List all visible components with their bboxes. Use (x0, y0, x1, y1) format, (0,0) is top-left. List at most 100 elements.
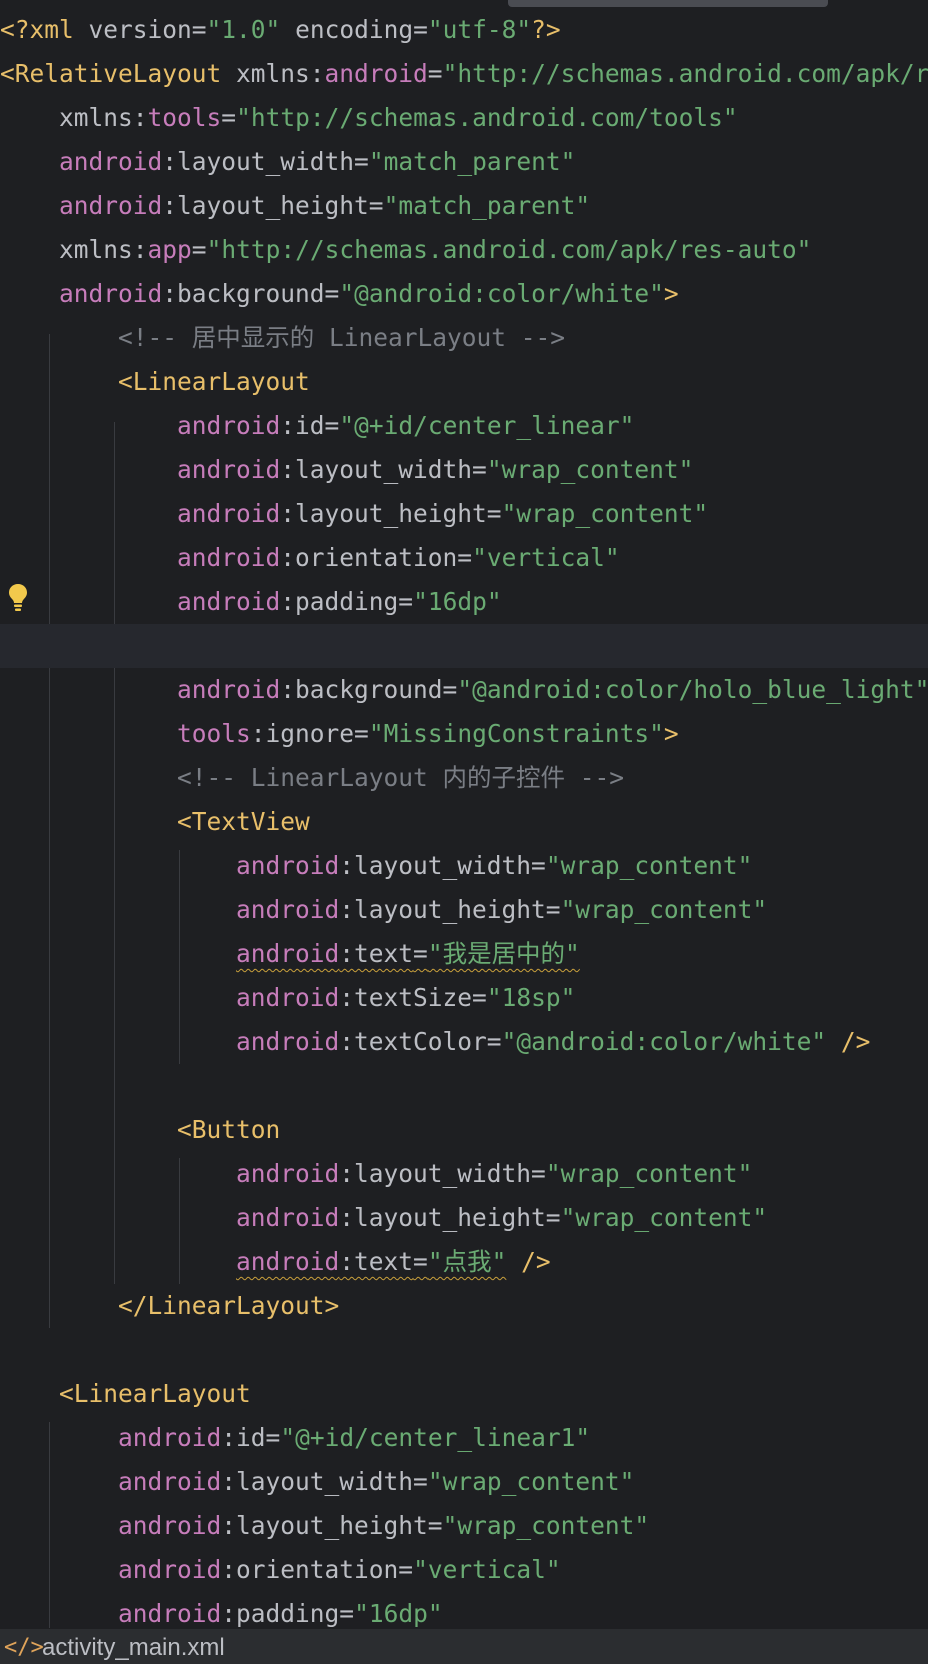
code-token: "@android:color/white" (339, 279, 664, 308)
code-line[interactable]: <!-- LinearLayout 内的子控件 --> (0, 756, 928, 800)
code-token: android (236, 983, 340, 1012)
code-editor[interactable]: <?xml version="1.0" encoding="utf-8"?> <R… (0, 0, 928, 1664)
code-token: "wrap_content" (560, 1203, 768, 1232)
code-token: "utf-8" (427, 15, 532, 44)
code-token: :ignore (250, 719, 355, 748)
code-token: android (177, 455, 281, 484)
code-token: = (427, 59, 443, 88)
code-token: android (236, 895, 340, 924)
code-token: <RelativeLayout (0, 59, 237, 88)
code-line[interactable]: xmlns:tools="http://schemas.android.com/… (0, 96, 928, 140)
code-token: = (191, 15, 207, 44)
code-line[interactable]: android:layout_height="wrap_content" (0, 492, 928, 536)
code-token: encoding (280, 15, 414, 44)
code-line[interactable]: <LinearLayout (0, 1372, 928, 1416)
code-token: :text (339, 939, 414, 968)
code-line[interactable] (0, 1064, 928, 1108)
code-line[interactable]: android:layout_width="match_parent" (0, 140, 928, 184)
code-token: android (236, 851, 340, 880)
code-token: "MissingConstraints" (368, 719, 664, 748)
code-token: = (413, 15, 428, 44)
code-token: "vertical" (413, 1555, 561, 1584)
code-line[interactable]: <!-- 居中显示的 LinearLayout --> (0, 316, 928, 360)
code-area[interactable]: <?xml version="1.0" encoding="utf-8"?> <R… (0, 8, 928, 1628)
code-line[interactable]: android:textSize="18sp" (0, 976, 928, 1020)
code-line[interactable]: </LinearLayout> (0, 1284, 928, 1328)
code-token: :textSize (339, 983, 473, 1012)
code-token: = (545, 1203, 561, 1232)
code-line[interactable]: android:background="@android:color/holo_… (0, 668, 928, 712)
code-line[interactable] (0, 624, 928, 668)
code-line[interactable]: <RelativeLayout xmlns:android="http://sc… (0, 52, 928, 96)
code-token: = (413, 1467, 428, 1496)
code-token: android (118, 1467, 222, 1496)
code-line[interactable]: android:layout_height="match_parent" (0, 184, 928, 228)
code-line[interactable]: <TextView (0, 800, 928, 844)
lightbulb-icon[interactable] (6, 582, 30, 614)
code-token: = (324, 279, 340, 308)
code-token: = (354, 719, 369, 748)
code-token: "@android:color/holo_blue_light" (457, 675, 928, 704)
code-token: "@+id/center_linear1" (280, 1423, 591, 1452)
code-token: :layout_width (221, 1467, 414, 1496)
code-token: :id (221, 1423, 266, 1452)
horizontal-scrollbar[interactable] (0, 0, 928, 8)
breadcrumb-file-name[interactable]: activity_main.xml (42, 1631, 225, 1664)
code-token: "vertical" (472, 543, 620, 572)
code-line[interactable]: android:layout_width="wrap_content" (0, 1152, 928, 1196)
code-token: android (236, 1027, 340, 1056)
code-line[interactable]: android:textColor="@android:color/white"… (0, 1020, 928, 1064)
code-token: ?> (531, 15, 561, 44)
code-line[interactable]: android:text="点我" /> (0, 1240, 928, 1284)
scrollbar-thumb[interactable] (508, 0, 828, 7)
code-line[interactable]: android:orientation="vertical" (0, 1548, 928, 1592)
code-line[interactable]: tools:ignore="MissingConstraints"> (0, 712, 928, 756)
code-line[interactable] (0, 1328, 928, 1372)
code-line[interactable]: android:layout_height="wrap_content" (0, 1196, 928, 1240)
code-token: = (486, 1027, 502, 1056)
code-line[interactable]: android:layout_width="wrap_content" (0, 448, 928, 492)
code-token: "我是居中的" (427, 939, 580, 968)
code-line[interactable]: android:background="@android:color/white… (0, 272, 928, 316)
code-token: :layout_width (339, 1159, 532, 1188)
code-token: :orientation (221, 1555, 399, 1584)
code-line[interactable]: android:id="@+id/center_linear1" (0, 1416, 928, 1460)
code-token: <!-- LinearLayout 内的子控件 --> (177, 763, 625, 792)
code-token: tools (147, 103, 222, 132)
code-line[interactable]: android:id="@+id/center_linear" (0, 404, 928, 448)
code-token: = (545, 895, 561, 924)
code-token: android (236, 1203, 340, 1232)
code-token: android (59, 191, 163, 220)
code-token: tools (177, 719, 251, 748)
code-token: "点我" (427, 1247, 507, 1276)
code-line[interactable]: android:orientation="vertical" (0, 536, 928, 580)
code-line[interactable]: <Button (0, 1108, 928, 1152)
code-token: :background (280, 675, 443, 704)
code-token: version (88, 15, 192, 44)
code-line[interactable]: android:layout_width="wrap_content" (0, 844, 928, 888)
code-line[interactable]: android:text="我是居中的" (0, 932, 928, 976)
code-line[interactable]: android:layout_width="wrap_content" (0, 1460, 928, 1504)
code-token: android (59, 279, 163, 308)
code-line[interactable]: android:layout_height="wrap_content" (0, 1504, 928, 1548)
code-line[interactable]: <?xml version="1.0" encoding="utf-8"?> (0, 8, 928, 52)
code-line[interactable]: android:layout_height="wrap_content" (0, 888, 928, 932)
code-line[interactable]: <LinearLayout (0, 360, 928, 404)
code-token: = (442, 675, 458, 704)
code-line[interactable]: xmlns:app="http://schemas.android.com/ap… (0, 228, 928, 272)
code-token: "16dp" (354, 1599, 443, 1628)
code-token: "wrap_content" (501, 499, 709, 528)
code-token: :textColor (339, 1027, 487, 1056)
code-token: android (236, 1159, 340, 1188)
code-token: :id (280, 411, 325, 440)
code-line[interactable]: android:padding="16dp" (0, 580, 928, 624)
